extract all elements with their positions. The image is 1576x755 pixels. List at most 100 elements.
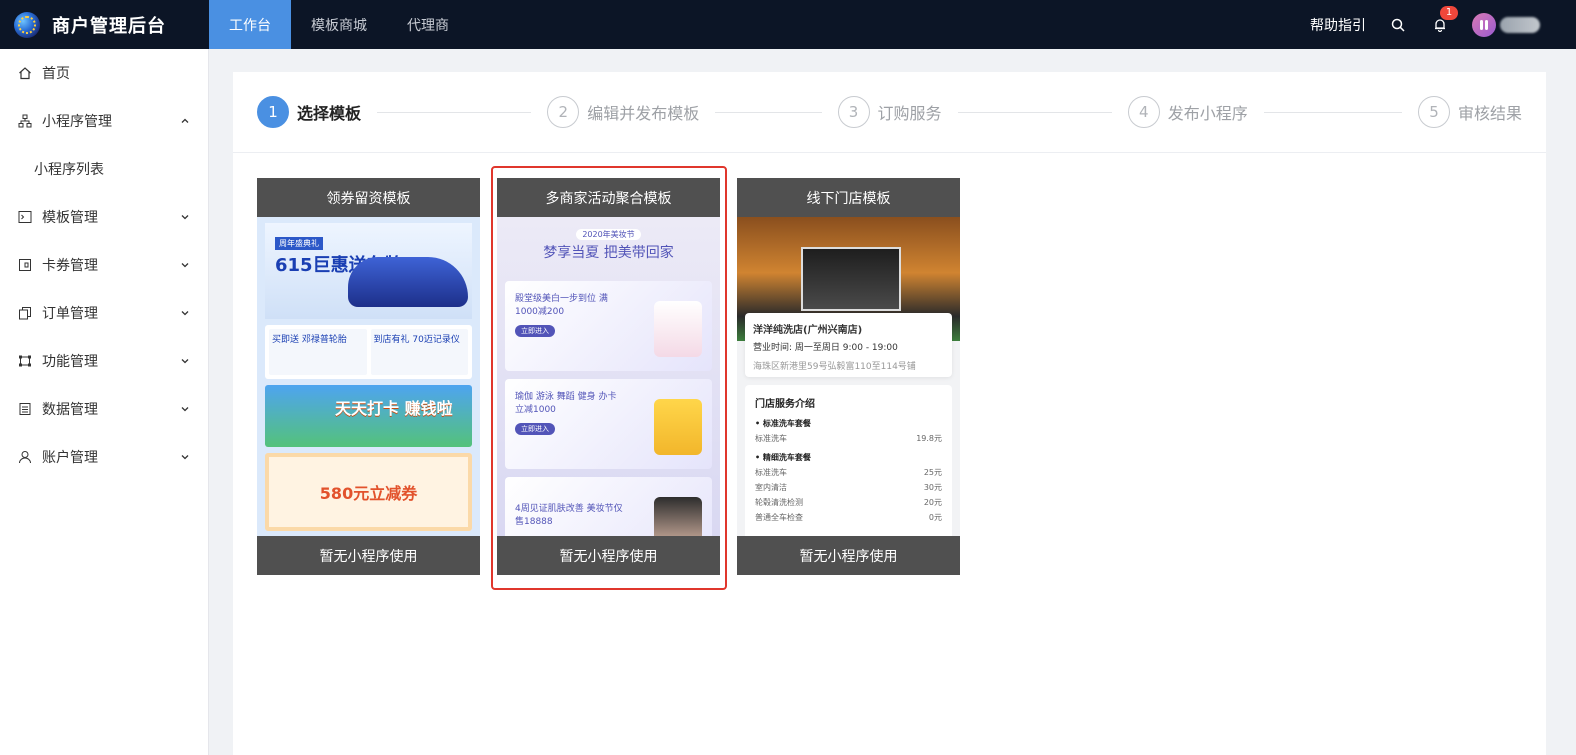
sidebar-item-home[interactable]: 首页 [0,49,208,97]
chevron-down-icon [180,308,190,318]
step-label: 审核结果 [1458,104,1523,123]
preview-gift-1: 买即送 邓禄普轮胎 [269,329,367,375]
template-title: 线下门店模板 [737,178,960,217]
terminal-icon [18,210,32,224]
service-name: 标准洗车 [755,468,787,477]
preview-panel-2: 瑜伽 游泳 舞蹈 健身 办卡立减1000 立即进入 [505,379,712,469]
bell-icon[interactable]: 1 [1430,5,1458,35]
step-2: 2 编辑并发布模板 [547,96,837,128]
sidebar-item-miniprogram-list[interactable]: 小程序列表 [0,145,208,193]
sitemap-icon [18,114,32,128]
service-row: 室内清洁 30元 [755,482,942,493]
sidebar-item-label: 小程序管理 [42,114,112,130]
chevron-down-icon [180,212,190,222]
sidebar-item-label: 模板管理 [42,210,98,226]
sidebar: 首页 小程序管理 小程序列表 模板管理 卡券管理 订单管理 功能管理 数据管理 … [0,49,209,755]
preview-panel-3: 4周见证肌肤改善 美妆节仅售18888 [505,477,712,536]
sidebar-item-function[interactable]: 功能管理 [0,337,208,385]
sidebar-item-label: 小程序列表 [34,162,104,178]
service-list: 门店服务介绍 • 标准洗车套餐 标准洗车 19.8元 • 精细洗车套餐 标准洗车 2… [745,385,952,536]
step-label: 选择模板 [297,104,362,123]
preview-game-text: 天天打卡 赚钱啦 [335,399,453,418]
chevron-down-icon [180,452,190,462]
preview-small-title: 2020年美妆节 [576,228,641,240]
step-1: 1 选择模板 [257,96,547,128]
notification-badge: 1 [1440,5,1458,20]
sidebar-item-miniprogram[interactable]: 小程序管理 [0,97,208,145]
order-icon [18,306,32,320]
template-title: 多商家活动聚合模板 [497,178,720,217]
data-icon [18,402,32,416]
template-card-coupon-lead[interactable]: 领券留资模板 周年盛典礼 615巨惠送车牌 买即送 邓禄普轮胎 到店有礼 70迈… [257,178,480,575]
template-card-offline-store[interactable]: 线下门店模板 洋洋纯洗店(广州兴南店) 营业时间: 周一至周日 9:00 - 1… [737,178,960,575]
step-4: 4 发布小程序 [1127,96,1418,128]
tab-workbench[interactable]: 工作台 [209,0,291,49]
chevron-down-icon [180,260,190,270]
home-icon [18,66,32,80]
step-number: 3 [837,96,870,128]
preview-tag: 周年盛典礼 [275,237,323,250]
store-name: 洋洋纯洗店(广州兴南店) [753,325,863,336]
sidebar-item-label: 卡券管理 [42,258,98,274]
help-link[interactable]: 帮助指引 [1310,15,1366,35]
brand[interactable]: 商户管理后台 [0,0,209,49]
step-number: 2 [547,96,580,128]
preview-enter-button: 立即进入 [515,325,555,337]
sidebar-item-data[interactable]: 数据管理 [0,385,208,433]
service-row: 普通全车检查 0元 [755,512,942,523]
template-preview: 周年盛典礼 615巨惠送车牌 买即送 邓禄普轮胎 到店有礼 70迈记录仪 天天打… [257,217,480,536]
template-title: 领券留资模板 [257,178,480,217]
model-image [654,497,702,536]
fitness-image [654,399,702,455]
preview-game: 天天打卡 赚钱啦 [265,385,472,447]
step-connector [715,111,822,113]
store-info: 洋洋纯洗店(广州兴南店) 营业时间: 周一至周日 9:00 - 19:00 海珠… [745,313,952,377]
chevron-down-icon [180,404,190,414]
template-list: 领券留资模板 周年盛典礼 615巨惠送车牌 买即送 邓禄普轮胎 到店有礼 70迈… [257,166,960,590]
service-price: 25元 [923,468,942,477]
sidebar-item-label: 首页 [42,66,70,82]
sidebar-item-label: 订单管理 [42,306,98,322]
template-usage: 暂无小程序使用 [497,536,720,575]
store-hours: 营业时间: 周一至周日 9:00 - 19:00 [753,343,898,353]
sidebar-item-order[interactable]: 订单管理 [0,289,208,337]
service-price: 20元 [923,498,942,507]
search-icon[interactable] [1388,15,1408,35]
service-row: 标准洗车 19.8元 [755,433,942,444]
template-usage: 暂无小程序使用 [737,536,960,575]
step-5: 5 审核结果 [1418,96,1522,128]
sidebar-item-label: 账户管理 [42,450,98,466]
service-price: 30元 [923,483,942,492]
main-panel: 1 选择模板 2 编辑并发布模板 3 订购服务 4 发布小程序 5 审核结果 领… [233,72,1546,755]
chevron-down-icon [180,356,190,366]
service-name: 普通全车检查 [755,513,803,522]
step-number: 1 [257,96,289,128]
service-name: 轮毂清洗检测 [755,498,803,507]
product-image [654,301,702,357]
service-price: 19.8元 [916,434,942,443]
step-number: 5 [1418,96,1450,128]
preview-gift-row: 买即送 邓禄普轮胎 到店有礼 70迈记录仪 [265,325,472,379]
preview-panel-text: 瑜伽 游泳 舞蹈 健身 办卡立减1000 [515,392,617,415]
step-connector [1263,111,1402,113]
preview-banner: 周年盛典礼 615巨惠送车牌 [265,223,472,319]
username-redacted [1500,16,1540,33]
sidebar-item-coupon[interactable]: 卡券管理 [0,241,208,289]
sidebar-item-template[interactable]: 模板管理 [0,193,208,241]
sidebar-item-account[interactable]: 账户管理 [0,433,208,481]
app-title: 商户管理后台 [52,15,166,37]
avatar [1472,12,1496,37]
tab-agent[interactable]: 代理商 [387,0,469,49]
card-icon [18,258,32,272]
service-row: 轮毂清洗检测 20元 [755,497,942,508]
user-menu[interactable] [1472,12,1540,37]
car-image [348,257,468,307]
top-nav: 工作台 模板商城 代理商 [209,0,469,49]
step-label: 编辑并发布模板 [587,104,700,123]
top-bar: 商户管理后台 工作台 模板商城 代理商 帮助指引 1 [0,0,1576,49]
step-label: 发布小程序 [1167,104,1248,123]
tab-template-store[interactable]: 模板商城 [291,0,387,49]
service-title: 门店服务介绍 [755,399,815,410]
top-right: 帮助指引 1 [1310,0,1576,49]
template-card-multi-merchant[interactable]: 多商家活动聚合模板 2020年美妆节 梦享当夏 把美带回家 殿堂级美白一步到位 … [491,166,727,590]
